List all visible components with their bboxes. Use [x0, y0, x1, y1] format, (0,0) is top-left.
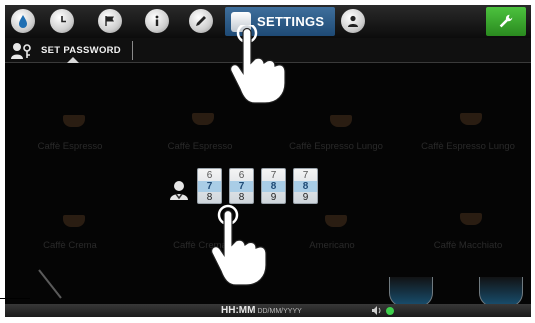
digit-selected: 7: [198, 181, 221, 192]
clock-tab[interactable]: [50, 9, 74, 33]
flag-icon: [105, 16, 114, 26]
bottom-status-bar: HH:MM DD/MM/YYYY: [5, 304, 531, 317]
drink-label[interactable]: Americano: [277, 240, 387, 251]
user-tab[interactable]: [341, 9, 365, 33]
digit-above: 7: [302, 170, 309, 181]
volume-icon[interactable]: [372, 306, 382, 315]
password-digit-wheel[interactable]: 7 8 9: [293, 168, 318, 204]
drink-image: [460, 113, 482, 125]
time-format: HH:MM: [221, 305, 256, 316]
password-digit-wheel[interactable]: 7 8 9: [261, 168, 286, 204]
drink-label[interactable]: Caffè Espresso: [15, 141, 125, 152]
pencil-icon: [196, 16, 206, 26]
drink-image: [325, 215, 347, 227]
drink-label[interactable]: Caffè Espresso Lungo: [413, 141, 523, 152]
status-indicator-dot: [386, 307, 394, 315]
frame-line: [0, 298, 30, 299]
date-format: DD/MM/YYYY: [257, 308, 302, 315]
wrench-icon: [499, 14, 513, 27]
digit-above: 6: [238, 170, 245, 181]
set-password-tab[interactable]: SET PASSWORD: [41, 45, 121, 56]
drink-label[interactable]: Caffè Crema: [15, 240, 125, 251]
drink-label[interactable]: Caffè Espresso: [145, 141, 255, 152]
clock-icon: [61, 16, 66, 23]
water-drop-icon: [19, 15, 27, 28]
password-key-icon: [11, 43, 31, 59]
service-wrench-button[interactable]: [486, 7, 526, 36]
password-digit-wheel[interactable]: 6 7 8: [197, 168, 222, 204]
active-tab-pointer: [67, 57, 79, 63]
digit-selected: 8: [262, 181, 285, 192]
glass-image: [389, 277, 433, 307]
flag-tab[interactable]: [98, 9, 122, 33]
glass-image: [479, 277, 523, 307]
hand-pointer-icon: [230, 25, 286, 104]
drink-image: [63, 215, 85, 227]
digit-above: 7: [270, 170, 277, 181]
time-date-display: HH:MM DD/MM/YYYY: [221, 305, 302, 316]
hand-pointer-icon: [211, 204, 267, 286]
drink-image: [192, 113, 214, 125]
drink-label[interactable]: Caffè Macchiato: [413, 240, 523, 251]
digit-below: 9: [302, 192, 309, 203]
password-digit-wheel[interactable]: 6 7 8: [229, 168, 254, 204]
drink-image: [330, 115, 352, 127]
digit-above: 6: [206, 170, 213, 181]
subheader-divider: [132, 41, 133, 60]
milk-spout-image: [38, 269, 62, 299]
pencil-tab[interactable]: [189, 9, 213, 33]
info-tab[interactable]: [145, 9, 169, 33]
drink-image: [63, 115, 85, 127]
drink-label[interactable]: Caffè Espresso Lungo: [281, 141, 391, 152]
digit-selected: 7: [230, 181, 253, 192]
user-icon: [170, 181, 188, 200]
water-drop-tab[interactable]: [11, 9, 35, 33]
machine-screen: SETTINGS SET PASSWORD Caffè Espresso Caf…: [5, 5, 531, 317]
info-icon: [155, 15, 159, 26]
user-icon: [348, 15, 358, 27]
digit-selected: 8: [294, 181, 317, 192]
drink-image: [460, 213, 482, 225]
